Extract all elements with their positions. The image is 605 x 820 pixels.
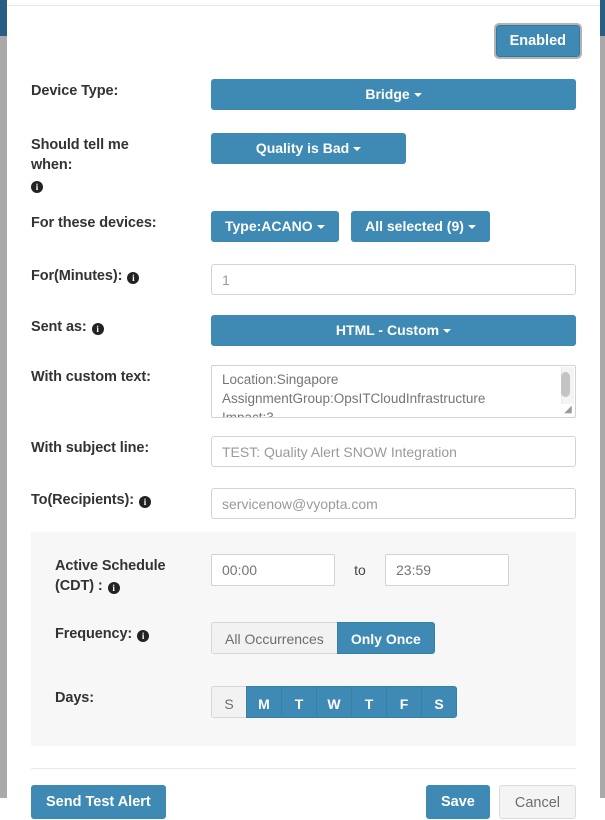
condition-label-line1: Should tell me (31, 137, 129, 153)
info-icon[interactable]: i (138, 496, 151, 508)
for-minutes-input[interactable] (211, 264, 576, 295)
device-selection-dropdown[interactable]: All selected (9) (351, 211, 490, 242)
enabled-toggle-row: Enabled (7, 6, 600, 59)
info-icon[interactable]: i (107, 582, 120, 594)
alert-rule-form-panel: Enabled Device Type: Bridge Should tell … (7, 6, 600, 819)
sent-as-row: Sent as: i HTML - Custom (7, 315, 600, 346)
recipients-row: To(Recipients): i (7, 488, 600, 519)
active-schedule-label-line2: (CDT) : i (55, 576, 211, 596)
custom-text-wrapper: ◢ (211, 365, 576, 418)
days-control: SMTWTFS (211, 686, 552, 718)
footer-actions: Send Test Alert Save Cancel (7, 769, 600, 819)
recipients-label-text: To(Recipients): (31, 492, 134, 508)
condition-control: Quality is Bad (211, 133, 576, 164)
right-edge-rail (600, 0, 605, 798)
device-type-value: Bridge (365, 86, 410, 102)
active-schedule-control: to (211, 554, 552, 586)
frequency-control: All Occurrences Only Once (211, 622, 552, 654)
custom-text-scrollbar-thumb[interactable] (561, 372, 570, 397)
recipients-input[interactable] (211, 488, 576, 519)
subject-line-input[interactable] (211, 436, 576, 467)
device-type-control: Bridge (211, 79, 576, 110)
cancel-button[interactable]: Cancel (498, 785, 576, 819)
chevron-down-icon (413, 93, 422, 97)
days-row: Days: SMTWTFS (31, 686, 576, 718)
for-minutes-label-text: For(Minutes): (31, 268, 123, 284)
condition-label-line2: when: (31, 157, 73, 173)
days-toggle-group: SMTWTFS (211, 686, 457, 718)
day-toggle-4[interactable]: T (351, 686, 387, 718)
chevron-down-icon (353, 147, 362, 151)
subject-line-label: With subject line: (31, 440, 150, 456)
subject-line-control (211, 436, 576, 467)
subject-line-row: With subject line: (7, 436, 600, 467)
send-test-alert-button[interactable]: Send Test Alert (31, 785, 166, 819)
recipients-label: To(Recipients): i (31, 488, 211, 510)
active-schedule-label-line2-text: (CDT) : (55, 578, 103, 594)
day-toggle-5[interactable]: F (386, 686, 422, 718)
frequency-row: Frequency: i All Occurrences Only Once (31, 622, 576, 654)
custom-text-control: ◢ (211, 365, 576, 418)
custom-text-label: With custom text: (31, 369, 151, 385)
active-schedule-row: Active Schedule (CDT) : i to (31, 554, 576, 596)
sent-as-control: HTML - Custom (211, 315, 576, 346)
condition-value: Quality is Bad (255, 140, 350, 156)
schedule-card: Active Schedule (CDT) : i to Frequency: … (31, 532, 576, 746)
chevron-down-icon (467, 225, 476, 229)
time-range-separator: to (354, 562, 366, 578)
time-range: to (211, 554, 552, 586)
active-schedule-label-line1: Active Schedule (55, 558, 166, 574)
enabled-toggle-button[interactable]: Enabled (493, 23, 583, 59)
days-label: Days: (55, 690, 94, 706)
info-icon[interactable]: i (91, 323, 104, 335)
for-minutes-label: For(Minutes): i (31, 264, 211, 286)
custom-text-textarea[interactable] (211, 365, 576, 418)
day-toggle-3[interactable]: W (316, 686, 352, 718)
devices-control: Type:ACANO All selected (9) (211, 211, 576, 242)
condition-row: Should tell me when: i Quality is Bad (7, 133, 600, 193)
frequency-option-1[interactable]: Only Once (336, 622, 435, 654)
save-button[interactable]: Save (425, 785, 490, 819)
frequency-label-text: Frequency: (55, 626, 133, 642)
device-type-filter-value: Type:ACANO (225, 218, 313, 234)
active-schedule-label: Active Schedule (CDT) : i (55, 554, 211, 596)
custom-text-scrollbar[interactable] (561, 367, 574, 404)
day-toggle-1[interactable]: M (246, 686, 282, 718)
device-type-dropdown[interactable]: Bridge (211, 79, 576, 110)
schedule-end-time-input[interactable] (385, 554, 509, 586)
day-toggle-0[interactable]: S (211, 686, 247, 718)
devices-row: For these devices: Type:ACANO All select… (7, 211, 600, 242)
chevron-down-icon (443, 329, 452, 333)
sent-as-value: HTML - Custom (335, 322, 440, 338)
device-selection-value: All selected (9) (365, 218, 464, 234)
for-minutes-row: For(Minutes): i (7, 264, 600, 295)
sent-as-label-text: Sent as: (31, 319, 87, 335)
condition-label: Should tell me when: i (31, 133, 211, 193)
device-type-filter-dropdown[interactable]: Type:ACANO (211, 211, 339, 242)
info-icon[interactable]: i (127, 272, 140, 284)
frequency-label: Frequency: i (55, 622, 211, 644)
left-nav-rail-header (0, 0, 7, 36)
right-edge-rail-header (600, 0, 605, 36)
frequency-toggle-group: All Occurrences Only Once (211, 622, 435, 654)
day-toggle-2[interactable]: T (281, 686, 317, 718)
for-minutes-control (211, 264, 576, 295)
devices-label: For these devices: (31, 215, 157, 231)
resize-handle-icon[interactable]: ◢ (561, 403, 575, 417)
device-type-row: Device Type: Bridge (7, 79, 600, 110)
info-icon[interactable]: i (31, 181, 43, 193)
device-type-label: Device Type: (31, 83, 119, 99)
condition-dropdown[interactable]: Quality is Bad (211, 133, 406, 164)
schedule-start-time-input[interactable] (211, 554, 335, 586)
info-icon[interactable]: i (137, 630, 150, 642)
frequency-option-0[interactable]: All Occurrences (211, 622, 338, 654)
chevron-down-icon (316, 225, 325, 229)
left-nav-rail (0, 0, 7, 798)
recipients-control (211, 488, 576, 519)
day-toggle-6[interactable]: S (421, 686, 457, 718)
custom-text-row: With custom text: ◢ (7, 365, 600, 418)
sent-as-label: Sent as: i (31, 315, 211, 337)
sent-as-dropdown[interactable]: HTML - Custom (211, 315, 576, 346)
